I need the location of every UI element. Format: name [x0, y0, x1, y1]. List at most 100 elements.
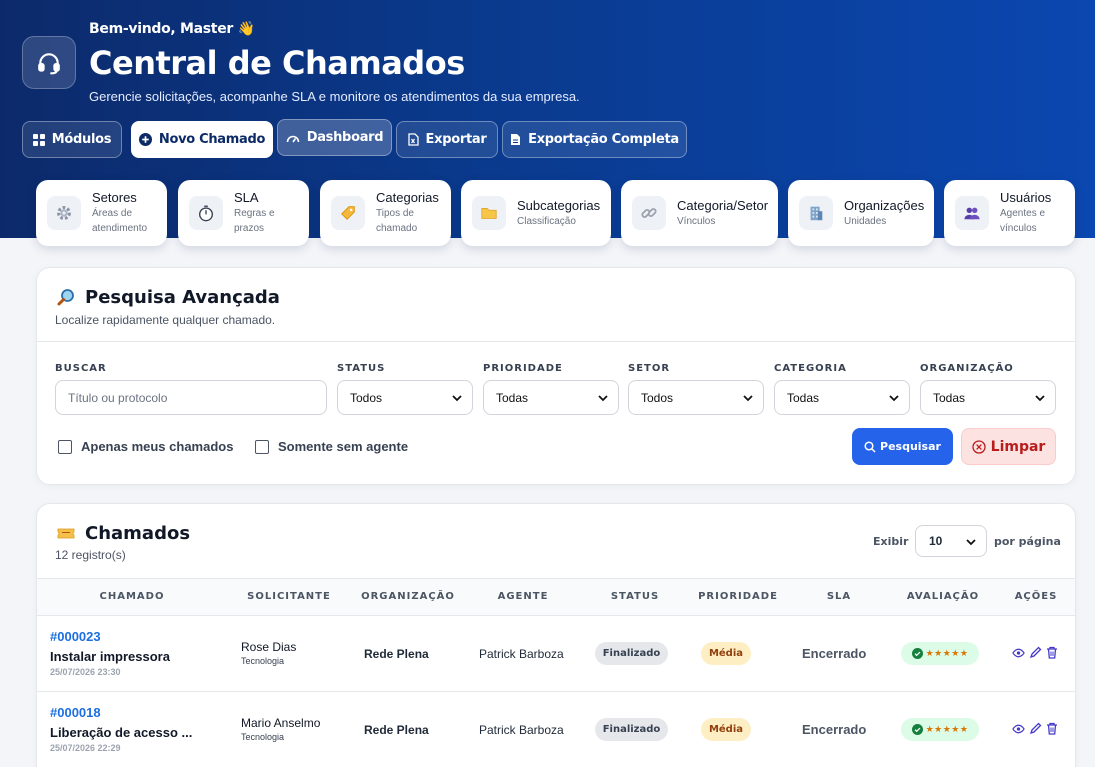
magnifier-icon [56, 287, 76, 312]
shortcut-card-sla[interactable]: SLA Regras e prazos [178, 180, 309, 246]
check-circle-icon [911, 724, 923, 735]
sector-label: SETOR [628, 363, 671, 374]
excel-file-icon [407, 133, 419, 146]
priority-label: PRIORIDADE [483, 363, 563, 374]
grid-icon [32, 133, 45, 146]
organization-cell: Rede Plena [364, 723, 429, 737]
priority-select-value: Todas [496, 390, 529, 405]
requester-name: Mario Anselmo [241, 716, 321, 730]
clear-button-label: Limpar [990, 438, 1046, 455]
clear-button[interactable]: Limpar [961, 428, 1056, 465]
organization-select[interactable]: Todas [920, 380, 1056, 415]
modules-button[interactable]: Módulos [22, 121, 122, 158]
priority-select[interactable]: Todas [483, 380, 619, 415]
category-label: CATEGORIA [774, 363, 847, 374]
chevron-down-icon [452, 395, 462, 402]
shortcut-desc: Unidades [844, 215, 887, 227]
new-ticket-button[interactable]: Novo Chamado [131, 121, 273, 158]
chevron-down-icon [889, 395, 899, 402]
search-label: BUSCAR [55, 363, 107, 374]
shortcut-desc: vínculos [1000, 223, 1037, 234]
shortcut-name: Subcategorias [517, 197, 601, 213]
chevron-down-icon [1035, 395, 1045, 402]
row-divider [37, 691, 1075, 692]
eye-icon[interactable] [1012, 723, 1025, 735]
shortcut-name: Organizações [844, 197, 925, 213]
ticket-subject: Instalar impressora [50, 649, 170, 664]
shortcut-card-subcategorias[interactable]: Subcategorias Classificação [461, 180, 611, 246]
sector-select-value: Todos [641, 390, 674, 405]
pencil-icon[interactable] [1029, 722, 1042, 735]
rating-badge: ★★★★★ [901, 718, 979, 741]
agent-cell: Patrick Barboza [479, 647, 564, 661]
shortcut-desc: atendimento [92, 223, 148, 234]
shortcut-name: Categoria/Setor [677, 197, 769, 213]
ticket-icon [57, 526, 75, 545]
no-agent-label: Somente sem agente [278, 439, 409, 454]
requester-name: Rose Dias [241, 640, 297, 654]
status-badge: Finalizado [595, 642, 668, 665]
shortcut-desc: prazos [234, 223, 265, 234]
shortcut-name: SLA [234, 190, 259, 205]
chevron-down-icon [966, 539, 976, 546]
per-page-select[interactable]: 10 [915, 525, 987, 557]
shortcut-card-organizacoes[interactable]: Organizações Unidades [788, 180, 934, 246]
dashboard-button[interactable]: Dashboard [277, 119, 392, 156]
export-label: Exportar [425, 132, 487, 147]
pencil-icon[interactable] [1029, 646, 1042, 659]
per-page-label: por página [994, 535, 1061, 548]
ticket-id-link[interactable]: #000023 [50, 629, 101, 644]
tickets-title: Chamados [85, 523, 191, 544]
sector-select[interactable]: Todos [628, 380, 764, 415]
shortcut-desc: Áreas de [92, 208, 133, 219]
col-header: SLA [826, 591, 852, 602]
x-circle-icon [972, 439, 986, 454]
col-header: PRIORIDADE [698, 591, 778, 602]
full-export-button[interactable]: Exportação Completa [502, 121, 687, 158]
col-header: ORGANIZAÇÃO [361, 591, 455, 602]
divider [37, 341, 1075, 342]
plus-circle-icon [138, 133, 152, 146]
no-agent-checkbox[interactable] [255, 440, 269, 454]
agent-cell: Patrick Barboza [479, 723, 564, 737]
sla-cell: Encerrado [802, 646, 867, 661]
shortcut-card-setores[interactable]: Setores Áreas de atendimento [36, 180, 167, 246]
trash-icon[interactable] [1046, 722, 1058, 735]
trash-icon[interactable] [1046, 646, 1058, 659]
category-select-value: Todas [787, 390, 820, 405]
requester-dept: Tecnologia [241, 656, 285, 666]
shortcut-card-categoria-setor[interactable]: Categoria/Setor Vínculos [621, 180, 778, 246]
gauge-icon [286, 135, 300, 142]
category-select[interactable]: Todas [774, 380, 910, 415]
full-export-label: Exportação Completa [528, 132, 679, 147]
col-header: AGENTE [497, 591, 549, 602]
col-header: SOLICITANTE [247, 591, 331, 602]
export-button[interactable]: Exportar [396, 121, 498, 158]
rating-stars: ★★★★★ [925, 724, 969, 735]
shortcut-name: Usuários [1000, 190, 1052, 205]
search-button[interactable]: Pesquisar [852, 428, 953, 465]
col-header: AÇÕES [1014, 591, 1058, 602]
status-select[interactable]: Todos [337, 380, 473, 415]
shortcut-desc: Tipos de [376, 208, 414, 219]
col-header: AVALIAÇÃO [906, 591, 980, 602]
organization-select-value: Todas [933, 390, 966, 405]
ticket-id-link[interactable]: #000018 [50, 705, 101, 720]
shortcut-card-usuarios[interactable]: Usuários Agentes e vínculos [944, 180, 1075, 246]
shortcut-card-categorias[interactable]: Categorias Tipos de chamado [320, 180, 451, 246]
show-label: Exibir [873, 535, 909, 548]
search-input[interactable]: Título ou protocolo [55, 380, 327, 415]
building-icon [799, 196, 833, 230]
tag-icon [331, 196, 365, 230]
search-button-label: Pesquisar [880, 440, 941, 453]
col-header: CHAMADO [99, 591, 165, 602]
search-panel-subtitle: Localize rapidamente qualquer chamado. [55, 313, 276, 327]
eye-icon[interactable] [1012, 647, 1025, 659]
only-mine-checkbox[interactable] [58, 440, 72, 454]
status-badge: Finalizado [595, 718, 668, 741]
shortcut-desc: Vínculos [677, 215, 716, 227]
link-icon [632, 196, 666, 230]
only-mine-label: Apenas meus chamados [81, 439, 234, 454]
chevron-down-icon [743, 395, 753, 402]
shortcut-name: Categorias [376, 190, 439, 205]
